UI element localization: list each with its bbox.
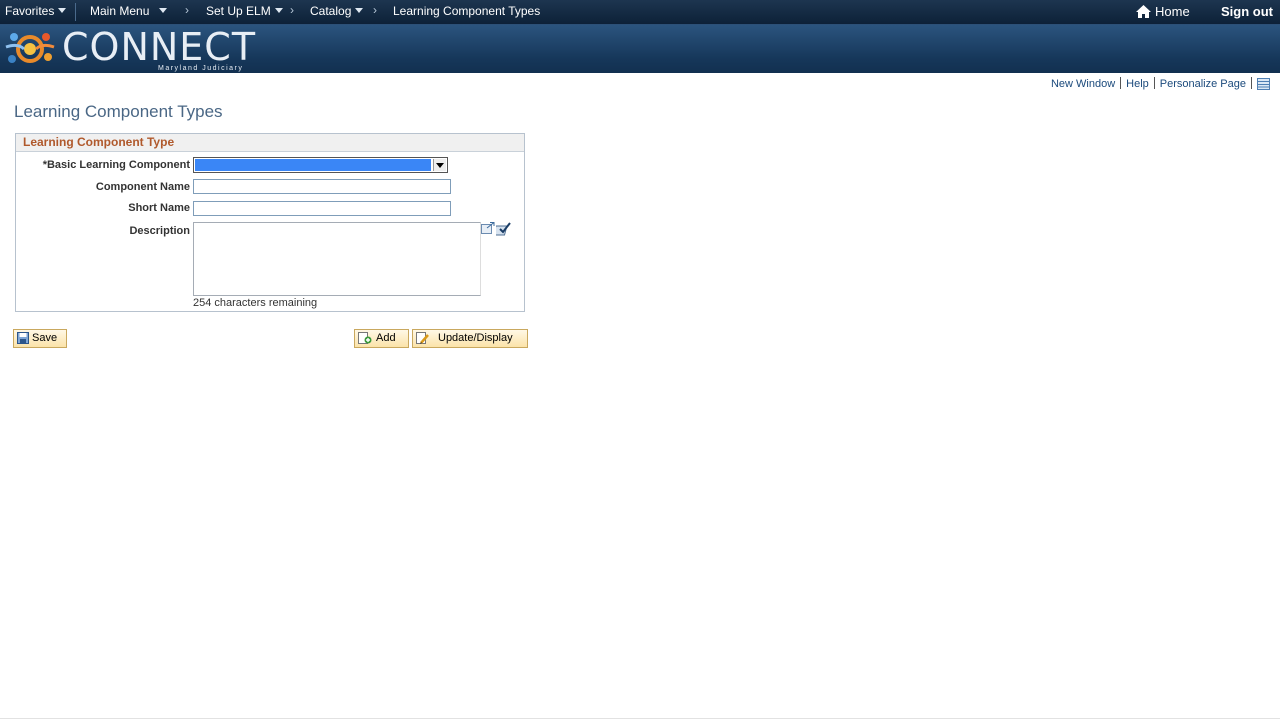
component-name-input[interactable] [193, 179, 451, 194]
page-layout-icon[interactable] [1257, 78, 1270, 90]
favorites-label: Favorites [5, 4, 55, 18]
link-divider [1251, 77, 1252, 89]
brand-name: CONNECT [62, 25, 257, 69]
add-label: Add [376, 332, 396, 344]
chevron-down-icon [58, 8, 67, 14]
breadcrumb-setup-elm[interactable]: Set Up ELM [206, 4, 283, 18]
chevron-down-icon [159, 8, 168, 14]
add-icon [358, 332, 372, 344]
page-title: Learning Component Types [14, 102, 223, 121]
short-name-label: Short Name [128, 202, 190, 214]
setup-elm-label: Set Up ELM [206, 4, 271, 18]
link-divider [1120, 77, 1122, 89]
chevron-down-icon [355, 8, 364, 14]
new-window-link[interactable]: New Window [1051, 78, 1115, 90]
breadcrumb-chevron-icon: › [373, 3, 377, 17]
expand-text-icon[interactable] [481, 222, 495, 234]
help-link[interactable]: Help [1126, 78, 1149, 90]
breadcrumb-catalog[interactable]: Catalog [310, 4, 364, 18]
group-header: Learning Component Type [16, 134, 524, 152]
home-label: Home [1155, 4, 1190, 19]
branding-banner: CONNECT Maryland Judiciary [0, 25, 1280, 73]
link-divider [1153, 77, 1155, 89]
main-menu[interactable]: Main Menu [90, 4, 168, 18]
breadcrumb-chevron-icon: › [185, 3, 189, 17]
home-icon [1136, 5, 1151, 18]
add-button[interactable]: Add [354, 329, 409, 348]
save-icon [17, 332, 29, 344]
nav-divider [75, 3, 76, 21]
top-navigation-bar: Favorites Main Menu › Set Up ELM › Catal… [0, 0, 1280, 25]
personalize-page-link[interactable]: Personalize Page [1160, 78, 1246, 90]
bottom-divider [0, 718, 1280, 719]
connect-logo-icon [5, 33, 55, 63]
update-display-icon [416, 332, 429, 344]
short-name-input[interactable] [193, 201, 451, 216]
basic-learning-component-label: *Basic Learning Component [42, 159, 190, 171]
characters-remaining: 254 characters remaining [193, 297, 318, 309]
save-label: Save [32, 332, 58, 344]
sign-out-link[interactable]: Sign out [1221, 4, 1273, 19]
update-display-button[interactable]: Update/Display [412, 329, 528, 348]
favorites-menu[interactable]: Favorites [5, 4, 67, 18]
update-display-label: Update/Display [438, 332, 513, 344]
spell-check-icon[interactable] [496, 222, 512, 236]
save-button[interactable]: Save [13, 329, 67, 348]
dropdown-arrow-icon[interactable] [433, 159, 446, 171]
description-label: Description [129, 225, 190, 237]
breadcrumb-current: Learning Component Types [393, 4, 541, 18]
select-highlight [195, 159, 431, 171]
breadcrumb-chevron-icon: › [290, 3, 294, 17]
chevron-down-icon [274, 8, 283, 14]
learning-component-type-group: Learning Component Type *Basic Learning … [15, 133, 525, 312]
basic-learning-component-select[interactable] [193, 157, 448, 173]
main-menu-label: Main Menu [90, 4, 150, 18]
description-textarea[interactable] [193, 222, 481, 296]
brand-subtitle: Maryland Judiciary [158, 65, 244, 72]
catalog-label: Catalog [310, 4, 352, 18]
page-links: New Window Help Personalize Page [1051, 77, 1270, 90]
home-link[interactable]: Home [1136, 4, 1190, 19]
component-name-label: Component Name [95, 181, 190, 193]
